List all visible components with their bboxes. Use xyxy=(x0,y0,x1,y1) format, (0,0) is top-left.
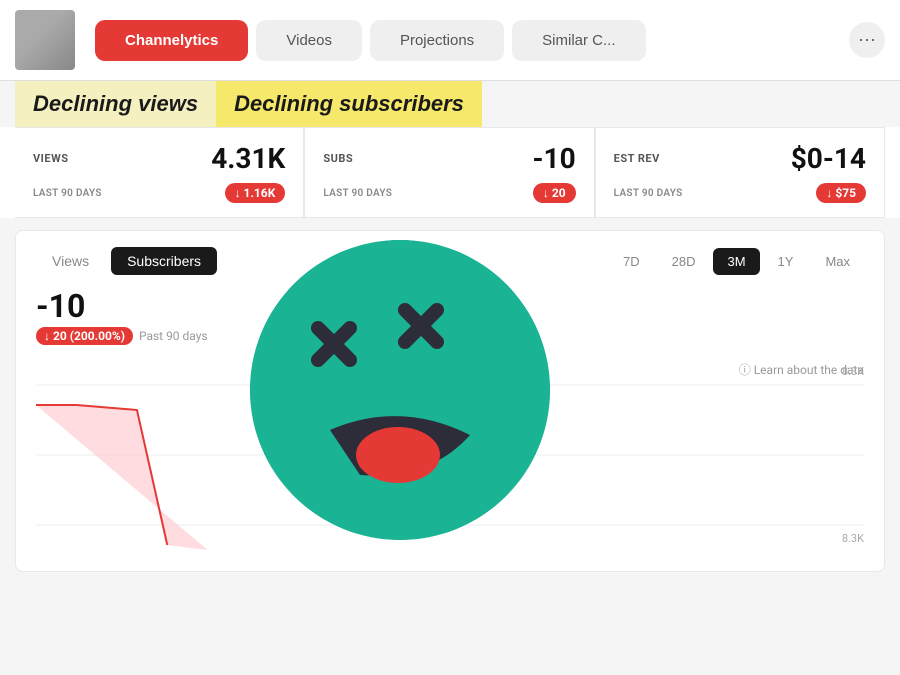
time-tab-3m[interactable]: 3M xyxy=(713,248,759,275)
tab-similar[interactable]: Similar C... xyxy=(512,20,645,61)
subs-label: SUBS xyxy=(323,152,353,165)
chart-tab-subscribers[interactable]: Subscribers xyxy=(111,247,217,275)
subs-period: LAST 90 DAYS xyxy=(323,188,392,199)
avatar xyxy=(15,10,75,70)
tab-projections[interactable]: Projections xyxy=(370,20,504,61)
alerts-row: Declining views Declining subscribers xyxy=(0,81,900,127)
metric-period: Past 90 days xyxy=(139,329,208,343)
rev-period: LAST 90 DAYS xyxy=(614,188,683,199)
stat-subs: SUBS -10 LAST 90 DAYS ↓ 20 xyxy=(304,127,594,218)
stat-views: VIEWS 4.31K LAST 90 DAYS ↓ 1.16K xyxy=(15,127,304,218)
chart-tabs: Views Subscribers xyxy=(36,247,217,275)
time-tab-7d[interactable]: 7D xyxy=(609,248,654,275)
time-tabs: 7D 28D 3M 1Y Max xyxy=(609,248,864,275)
stats-row: VIEWS 4.31K LAST 90 DAYS ↓ 1.16K SUBS -1… xyxy=(0,127,900,218)
time-tab-28d[interactable]: 28D xyxy=(658,248,710,275)
top-nav: Channelytics Videos Projections Similar … xyxy=(0,0,900,81)
emoji-overlay xyxy=(250,240,550,540)
subs-badge: ↓ 20 xyxy=(533,183,576,203)
y-label-bottom: 8.3K xyxy=(842,532,864,545)
rev-label: EST REV xyxy=(614,152,660,165)
tab-channelytics[interactable]: Channelytics xyxy=(95,20,248,61)
rev-badge: ↓ $75 xyxy=(816,183,866,203)
views-badge: ↓ 1.16K xyxy=(225,183,286,203)
views-value: 4.31K xyxy=(211,142,285,175)
metric-badge-text: 20 (200.00%) xyxy=(53,329,125,343)
chart-tab-views[interactable]: Views xyxy=(36,247,105,275)
stat-rev: EST REV $0-14 LAST 90 DAYS ↓ $75 xyxy=(595,127,885,218)
metric-badge: ↓ 20 (200.00%) xyxy=(36,327,133,345)
rev-value: $0-14 xyxy=(791,142,866,175)
more-button[interactable]: ⋯ xyxy=(849,22,885,58)
views-label: VIEWS xyxy=(33,152,69,165)
y-label-top: 8.3K xyxy=(842,365,864,378)
time-tab-max[interactable]: Max xyxy=(811,248,864,275)
views-period: LAST 90 DAYS xyxy=(33,188,102,199)
alert-subs: Declining subscribers xyxy=(216,81,482,127)
down-arrow-icon: ↓ xyxy=(44,329,50,343)
time-tab-1y[interactable]: 1Y xyxy=(764,248,808,275)
alert-views: Declining views xyxy=(15,81,216,127)
emoji-face xyxy=(250,240,550,540)
subs-value: -10 xyxy=(532,142,575,175)
nav-tabs: Channelytics Videos Projections Similar … xyxy=(95,20,839,61)
tab-videos[interactable]: Videos xyxy=(256,20,362,61)
